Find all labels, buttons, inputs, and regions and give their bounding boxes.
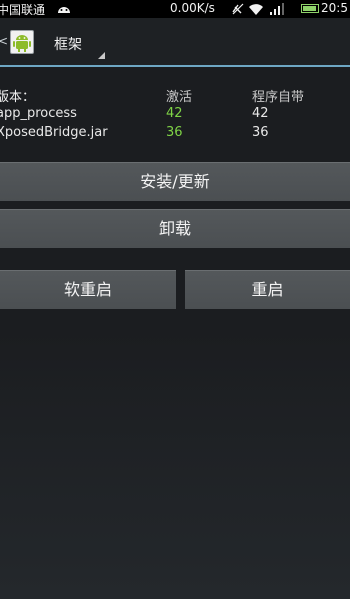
column-header-bundled: 程序自带 <box>252 90 305 105</box>
version-title: 版本： <box>0 90 36 105</box>
version-header-row: 版本： 激活 程序自带 <box>0 86 350 105</box>
carrier-label: 中国联通 <box>0 3 46 17</box>
component-name: XposedBridge.jar <box>0 125 108 140</box>
battery-icon <box>301 4 319 13</box>
table-row: app_process 42 42 <box>0 106 350 124</box>
status-icons <box>232 2 298 19</box>
active-version: 36 <box>166 125 183 140</box>
action-bar: < 框架 <box>0 18 350 67</box>
uninstall-button[interactable]: 卸载 <box>0 209 350 248</box>
signal-icon <box>270 3 284 15</box>
bundled-version: 36 <box>252 125 269 140</box>
active-version: 42 <box>166 106 183 121</box>
clock: 20:5 <box>321 1 348 15</box>
android-app-icon[interactable] <box>10 30 34 54</box>
status-bar: 中国联通 0.00K/s 20:5 <box>0 0 350 18</box>
screen: 中国联通 0.00K/s 20:5 < 框架 版本： 激活 程序自带 app_p… <box>0 0 350 599</box>
soft-reboot-button[interactable]: 软重启 <box>0 270 176 309</box>
install-update-button[interactable]: 安装/更新 <box>0 162 350 201</box>
mute-icon <box>232 3 244 15</box>
bundled-version: 42 <box>252 106 269 121</box>
page-title[interactable]: 框架 <box>54 34 82 54</box>
table-row: XposedBridge.jar 36 36 <box>0 125 350 143</box>
android-status-icon <box>56 2 72 17</box>
component-name: app_process <box>0 106 77 121</box>
wifi-icon <box>249 4 263 15</box>
back-arrow-icon[interactable]: < <box>0 34 8 48</box>
reboot-button[interactable]: 重启 <box>185 270 350 309</box>
column-header-active: 激活 <box>166 90 193 105</box>
dropdown-indicator-icon[interactable] <box>98 52 105 59</box>
network-speed: 0.00K/s <box>170 1 215 15</box>
